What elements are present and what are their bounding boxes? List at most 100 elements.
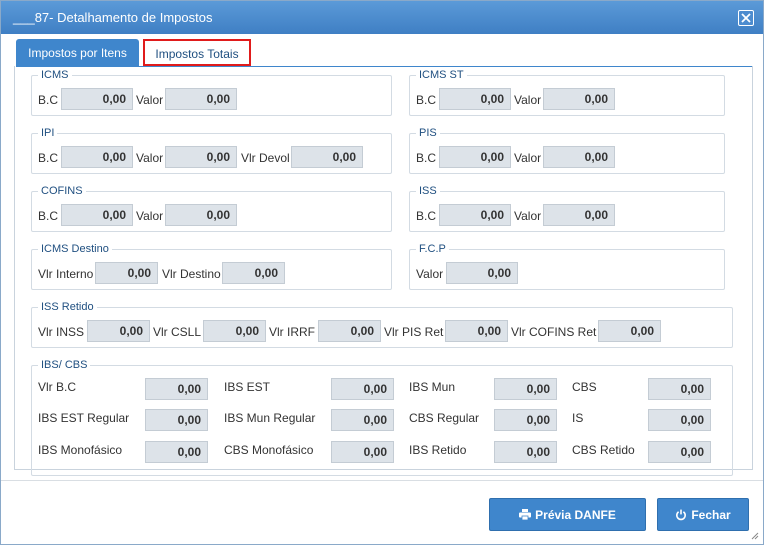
fcp-title: F.C.P [416,242,449,256]
icms-st-bc-field[interactable]: 0,00 [439,88,511,110]
icms-title: ICMS [38,68,72,82]
fechar-label: Fechar [691,507,731,522]
cofins-valor-label: Valor [136,209,164,223]
ibs-cbs-field[interactable]: 0,00 [331,409,394,431]
fcp-valor-label: Valor [416,267,444,281]
pis-group: PIS B.C 0,00 Valor 0,00 [409,126,725,174]
close-button[interactable] [738,10,754,26]
icms-destino-vlr-interno-field[interactable]: 0,00 [95,262,158,284]
fechar-button[interactable]: Fechar [657,498,749,531]
tab-panel: ICMS B.C 0,00 Valor 0,00 ICMS ST B.C 0,0… [14,66,753,476]
iss-bc-field[interactable]: 0,00 [439,204,511,226]
iss-retido-group: ISS Retido Vlr INSS 0,00 Vlr CSLL 0,00 V… [31,300,733,348]
iss-bc-label: B.C [416,209,437,223]
ipi-vlr-devol-label: Vlr Devol [241,151,290,165]
pis-valor-label: Valor [514,151,542,165]
ipi-vlr-devol-field[interactable]: 0,00 [291,146,363,168]
ibs-cbs-label: CBS Regular [409,411,480,425]
printer-icon [519,509,532,520]
tax-detail-dialog: ___87- Detalhamento de Impostos Impostos… [0,0,764,545]
fcp-valor-field[interactable]: 0,00 [446,262,518,284]
ibs-cbs-field[interactable]: 0,00 [145,409,208,431]
ibs-cbs-label: CBS Retido [572,443,635,457]
ibs-cbs-field[interactable]: 0,00 [494,378,557,400]
cofins-group: COFINS B.C 0,00 Valor 0,00 [31,184,392,232]
ibs-cbs-label: IBS Mun Regular [224,411,316,425]
cofins-title: COFINS [38,184,86,198]
icms-destino-group: ICMS Destino Vlr Interno 0,00 Vlr Destin… [31,242,392,290]
iss-retido-label: Vlr PIS Ret [384,325,444,339]
cofins-bc-field[interactable]: 0,00 [61,204,133,226]
iss-retido-label: Vlr CSLL [153,325,202,339]
iss-retido-field[interactable]: 0,00 [598,320,661,342]
icms-destino-title: ICMS Destino [38,242,112,256]
icms-st-valor-label: Valor [514,93,542,107]
ipi-bc-field[interactable]: 0,00 [61,146,133,168]
ibs-cbs-field[interactable]: 0,00 [648,378,711,400]
ipi-valor-field[interactable]: 0,00 [165,146,237,168]
ibs-cbs-group: IBS/ CBS Vlr B.C 0,00 IBS EST 0,00 IBS M… [31,358,733,476]
icms-destino-vlr-interno-label: Vlr Interno [38,267,94,281]
icms-destino-vlr-destino-field[interactable]: 0,00 [222,262,285,284]
ibs-cbs-field[interactable]: 0,00 [331,441,394,463]
pis-valor-field[interactable]: 0,00 [543,146,615,168]
pis-bc-field[interactable]: 0,00 [439,146,511,168]
iss-retido-field[interactable]: 0,00 [318,320,381,342]
ibs-cbs-label: CBS [572,380,597,394]
icms-st-bc-label: B.C [416,93,437,107]
ibs-cbs-label: Vlr B.C [38,380,77,394]
ibs-cbs-label: IS [572,411,584,425]
icms-destino-vlr-destino-label: Vlr Destino [162,267,221,281]
title-bar[interactable]: ___87- Detalhamento de Impostos [1,1,763,34]
ibs-cbs-field[interactable]: 0,00 [331,378,394,400]
ibs-cbs-field[interactable]: 0,00 [145,378,208,400]
iss-retido-label: Vlr COFINS Ret [511,325,597,339]
iss-retido-field[interactable]: 0,00 [203,320,266,342]
ibs-cbs-field[interactable]: 0,00 [494,441,557,463]
icms-bc-field[interactable]: 0,00 [61,88,133,110]
iss-retido-label: Vlr INSS [38,325,85,339]
tab-impostos-por-itens[interactable]: Impostos por Itens [16,39,139,66]
iss-group: ISS B.C 0,00 Valor 0,00 [409,184,725,232]
icms-group: ICMS B.C 0,00 Valor 0,00 [31,68,392,116]
iss-retido-label: Vlr IRRF [269,325,315,339]
ibs-cbs-label: IBS EST [224,380,271,394]
footer-separator [1,480,763,481]
icms-valor-label: Valor [136,93,164,107]
ibs-cbs-field[interactable]: 0,00 [494,409,557,431]
icms-bc-label: B.C [38,93,59,107]
iss-retido-field[interactable]: 0,00 [445,320,508,342]
ibs-cbs-field[interactable]: 0,00 [648,441,711,463]
iss-retido-title: ISS Retido [38,300,97,314]
icms-st-valor-field[interactable]: 0,00 [543,88,615,110]
ipi-bc-label: B.C [38,151,59,165]
ibs-cbs-label: IBS Monofásico [38,443,123,457]
tab-impostos-totais[interactable]: Impostos Totais [143,39,251,66]
fcp-group: F.C.P Valor 0,00 [409,242,725,290]
iss-valor-label: Valor [514,209,542,223]
cofins-bc-label: B.C [38,209,59,223]
cofins-valor-field[interactable]: 0,00 [165,204,237,226]
icms-st-title: ICMS ST [416,68,467,82]
iss-retido-field[interactable]: 0,00 [87,320,150,342]
ibs-cbs-label: IBS EST Regular [38,411,130,425]
pis-title: PIS [416,126,440,140]
ibs-cbs-field[interactable]: 0,00 [648,409,711,431]
ibs-cbs-title: IBS/ CBS [38,358,91,372]
ipi-valor-label: Valor [136,151,164,165]
window-title: ___87- Detalhamento de Impostos [13,10,213,25]
power-icon [676,509,687,520]
icms-valor-field[interactable]: 0,00 [165,88,237,110]
iss-valor-field[interactable]: 0,00 [543,204,615,226]
ipi-title: IPI [38,126,58,140]
close-icon [741,13,751,23]
pis-bc-label: B.C [416,151,437,165]
resize-grip-icon[interactable] [751,532,759,540]
ibs-cbs-label: IBS Mun [409,380,456,394]
ibs-cbs-field[interactable]: 0,00 [145,441,208,463]
previa-danfe-button[interactable]: Prévia DANFE [489,498,646,531]
iss-title: ISS [416,184,440,198]
ibs-cbs-label: IBS Retido [409,443,467,457]
icms-st-group: ICMS ST B.C 0,00 Valor 0,00 [409,68,725,116]
ibs-cbs-label: CBS Monofásico [224,443,314,457]
